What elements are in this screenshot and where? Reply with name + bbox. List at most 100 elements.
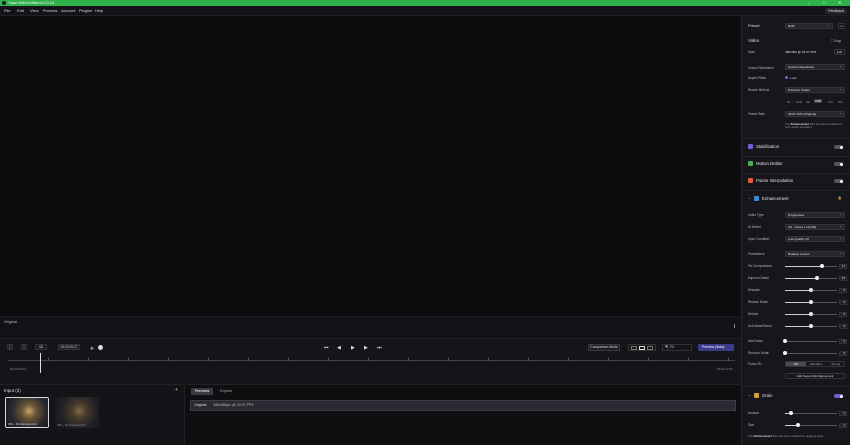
recover-detail-value[interactable]: 0 (839, 351, 847, 356)
menu-account[interactable]: Account (61, 8, 75, 13)
video-type-select[interactable]: Progressive (785, 212, 845, 218)
input-condition-select[interactable]: Low Quality V2 (785, 236, 845, 242)
split-view-icon[interactable] (631, 346, 637, 350)
tab-exports[interactable]: Exports (215, 388, 237, 395)
skip-end-icon[interactable]: ⏭ (377, 345, 382, 351)
dehalo-slider[interactable] (785, 312, 837, 317)
focus-off[interactable]: Off (786, 362, 806, 366)
menu-process[interactable]: Process (43, 8, 57, 13)
frame-rate-select[interactable]: 29.97 FPS (Original) (785, 111, 845, 117)
dim-1440[interactable]: 1440 (796, 100, 802, 104)
volume-icon[interactable]: 🔈 (90, 345, 95, 350)
mark-out-button[interactable]: ] (21, 344, 27, 350)
tab-previews[interactable]: Previews (191, 388, 213, 395)
anti-alias-deblur-knob[interactable] (809, 324, 813, 328)
sharpen-knob[interactable] (809, 288, 813, 292)
playhead[interactable] (40, 353, 41, 373)
video-viewer[interactable]: Original (0, 16, 741, 338)
edit-input-button[interactable]: Edit (834, 49, 845, 55)
chevron-down-icon[interactable]: ⌄ (748, 393, 751, 397)
step-forward-icon[interactable]: ▶ (364, 345, 368, 351)
grain-size-value[interactable]: 2 (839, 423, 847, 428)
preset-select[interactable]: RCB (785, 23, 833, 29)
play-icon[interactable]: ▶ (351, 345, 355, 351)
ai-model-select[interactable]: Iris - Faces / LQ-MQ (785, 224, 845, 230)
preview-row-resolution: 480x360px @ 29.97 FPS (213, 403, 254, 407)
sharpen-value[interactable]: 0 (839, 288, 847, 293)
output-resolution-select[interactable]: Custom Resolution (785, 64, 845, 70)
anti-alias-deblur-value[interactable]: 0 (839, 324, 847, 329)
recover-detail-slider[interactable] (783, 351, 837, 356)
single-view-icon[interactable] (639, 346, 645, 350)
motion-deblur-toggle[interactable] (834, 162, 843, 166)
dehalo-value[interactable]: 0 (839, 312, 847, 317)
menu-help[interactable]: Help (95, 8, 103, 13)
app-logo-icon (2, 1, 6, 5)
dim-720[interactable]: 720 (828, 100, 833, 104)
add-input-button[interactable]: + (175, 387, 178, 393)
resize-method-select[interactable]: Prioritize Height (785, 87, 845, 93)
focus-strong[interactable]: Strong (826, 362, 846, 366)
side-view-icon[interactable] (647, 346, 653, 350)
grain-amount-slider[interactable] (785, 411, 837, 416)
input-thumbnail[interactable]: IMG - SimCamera.mp4 (55, 397, 99, 428)
mark-in-button[interactable]: [ (7, 344, 13, 350)
grain-amount-value[interactable]: 2 (839, 411, 847, 416)
dim-4k[interactable]: 4K (787, 100, 790, 104)
dehalo-knob[interactable] (809, 312, 813, 316)
lock-icon[interactable]: 🔒 (838, 196, 842, 200)
recover-detail-knob[interactable] (783, 351, 787, 355)
grain-size-label: Size (748, 423, 755, 427)
reduce-noise-value[interactable]: 0 (839, 300, 847, 305)
sharpen-slider[interactable] (785, 288, 837, 293)
fix-compression-slider[interactable] (785, 264, 837, 269)
improve-detail-value[interactable]: 24 (839, 276, 847, 281)
volume-knob[interactable] (98, 345, 103, 350)
aspect-lock-radio[interactable]: Lock (785, 76, 797, 80)
more-icon[interactable]: ••• (838, 23, 845, 29)
preview-button[interactable]: Preview (3sec) (698, 344, 734, 351)
improve-detail-slider[interactable] (785, 276, 837, 281)
focus-standard[interactable]: Standard (806, 362, 826, 366)
fix-compression-value[interactable]: 37 (839, 264, 847, 269)
dim-1080[interactable]: 1080 (814, 99, 823, 103)
input-value: 480x360 @ 29.97 FPS (785, 50, 817, 54)
dim-hd[interactable]: HD (806, 100, 810, 104)
crop-button[interactable]: ⛶ Crop (831, 39, 841, 43)
menu-file[interactable]: File (4, 8, 10, 13)
dim-360[interactable]: 360 (838, 100, 843, 104)
parameters-select[interactable]: Relative to Auto (785, 251, 845, 257)
preview-row[interactable]: Original 480x360px @ 29.97 FPS (190, 400, 736, 411)
menu-plugins[interactable]: Plugins (79, 8, 92, 13)
input-thumbnail[interactable]: IMG - SimCamera.mp4 (5, 397, 49, 428)
feedback-button[interactable]: Feedback (825, 8, 847, 14)
trim-button[interactable]: ⌫ (35, 344, 47, 350)
grain-size-knob[interactable] (796, 423, 800, 427)
chevron-down-icon[interactable]: ⌄ (748, 196, 751, 200)
add-noise-knob[interactable] (783, 339, 787, 343)
improve-detail-knob[interactable] (815, 276, 820, 280)
grain-size-slider[interactable] (785, 423, 837, 428)
timecode-field[interactable]: 00:00:05;27 (58, 344, 80, 350)
menu-edit[interactable]: Edit (17, 8, 24, 13)
comparison-mode-button[interactable]: Comparison Mode (588, 344, 620, 351)
fix-compression-knob[interactable] (820, 264, 825, 268)
add-noise-slider[interactable] (783, 339, 837, 344)
add-noise-value[interactable]: 0 (839, 339, 847, 344)
frame-interpolation-toggle[interactable] (834, 179, 843, 183)
step-back-icon[interactable]: ◀ (337, 345, 341, 351)
anti-alias-deblur-slider[interactable] (785, 324, 837, 329)
reduce-noise-knob[interactable] (809, 300, 813, 304)
menu-view[interactable]: View (30, 8, 39, 13)
focus-fix-segment[interactable]: Off Standard Strong (785, 361, 845, 367)
grain-amount-knob[interactable] (789, 411, 794, 415)
timeline[interactable]: 00:00:00:00 00:00:12:02 (8, 353, 735, 373)
resize-handle[interactable] (734, 324, 735, 328)
grain-toggle[interactable] (834, 394, 843, 398)
view-layout-toggle[interactable] (628, 344, 656, 351)
add-second-enhancement-button[interactable]: Add Second Enhancement (785, 373, 845, 379)
reduce-noise-slider[interactable] (785, 300, 837, 305)
skip-start-icon[interactable]: ⏮ (324, 345, 329, 351)
zoom-select[interactable]: 🔍 Fit (662, 344, 692, 351)
stabilization-toggle[interactable] (834, 145, 843, 149)
